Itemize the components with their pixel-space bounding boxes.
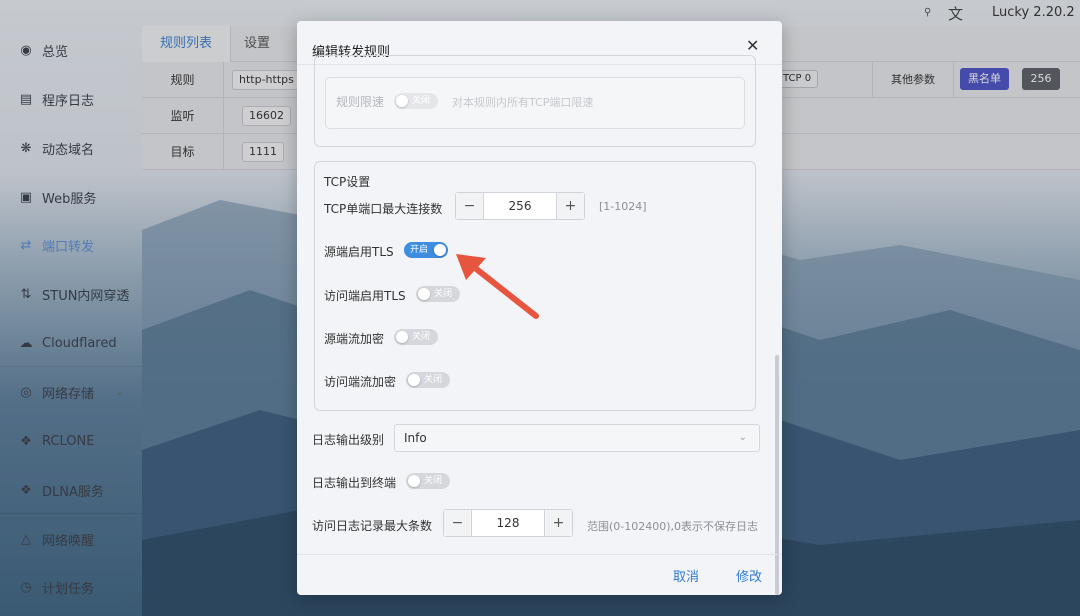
- rate-limit-label: 规则限速: [336, 95, 385, 109]
- log-terminal-label: 日志输出到终端: [312, 476, 397, 490]
- access-log-label: 访问日志记录最大条数: [312, 519, 433, 533]
- client-encrypt-label: 访问端流加密: [324, 375, 397, 389]
- source-tls-switch[interactable]: 开启: [404, 242, 448, 258]
- section-title: TCP设置: [324, 175, 371, 189]
- submit-button[interactable]: 修改: [736, 566, 762, 585]
- max-conn-range: [1-1024]: [599, 200, 647, 213]
- increment-button[interactable]: +: [544, 510, 572, 536]
- client-encrypt-switch[interactable]: 关闭: [406, 372, 450, 388]
- annotation-arrow-icon: [456, 254, 539, 319]
- switch-text: 关闭: [424, 375, 443, 385]
- access-log-value[interactable]: 128: [472, 510, 544, 536]
- switch-text: 关闭: [434, 289, 453, 299]
- log-level-select[interactable]: Info ⌄: [394, 424, 760, 452]
- max-conn-value[interactable]: 256: [484, 193, 556, 219]
- close-icon[interactable]: ✕: [746, 38, 759, 54]
- max-conn-stepper[interactable]: − 256 +: [455, 192, 585, 220]
- source-tls-label: 源端启用TLS: [324, 245, 394, 259]
- client-tls-label: 访问端启用TLS: [324, 289, 406, 303]
- switch-text: 关闭: [412, 332, 431, 342]
- cancel-button[interactable]: 取消: [673, 566, 699, 585]
- access-log-stepper[interactable]: − 128 +: [443, 509, 573, 537]
- source-encrypt-switch[interactable]: 关闭: [394, 329, 438, 345]
- rate-limit-section: 规则限速 关闭 对本规则内所有TCP端口限速: [314, 55, 756, 147]
- switch-text: 关闭: [412, 96, 431, 106]
- switch-text: 开启: [410, 245, 429, 255]
- switch-text: 关闭: [424, 476, 443, 486]
- rate-limit-switch[interactable]: 关闭: [394, 93, 438, 109]
- log-level-label: 日志输出级别: [312, 433, 385, 447]
- chevron-down-icon: ⌄: [738, 432, 747, 443]
- decrement-button[interactable]: −: [444, 510, 472, 536]
- decrement-button[interactable]: −: [456, 193, 484, 219]
- dialog-footer: 取消 修改: [297, 554, 782, 595]
- rate-limit-box: 规则限速 关闭 对本规则内所有TCP端口限速: [325, 77, 745, 129]
- rate-limit-hint: 对本规则内所有TCP端口限速: [452, 96, 594, 109]
- log-terminal-switch[interactable]: 关闭: [406, 473, 450, 489]
- log-level-value: Info: [404, 431, 427, 445]
- source-encrypt-label: 源端流加密: [324, 332, 385, 346]
- access-log-hint: 范围(0-102400),0表示不保存日志: [587, 520, 759, 533]
- max-conn-label: TCP单端口最大连接数: [324, 202, 443, 216]
- increment-button[interactable]: +: [556, 193, 584, 219]
